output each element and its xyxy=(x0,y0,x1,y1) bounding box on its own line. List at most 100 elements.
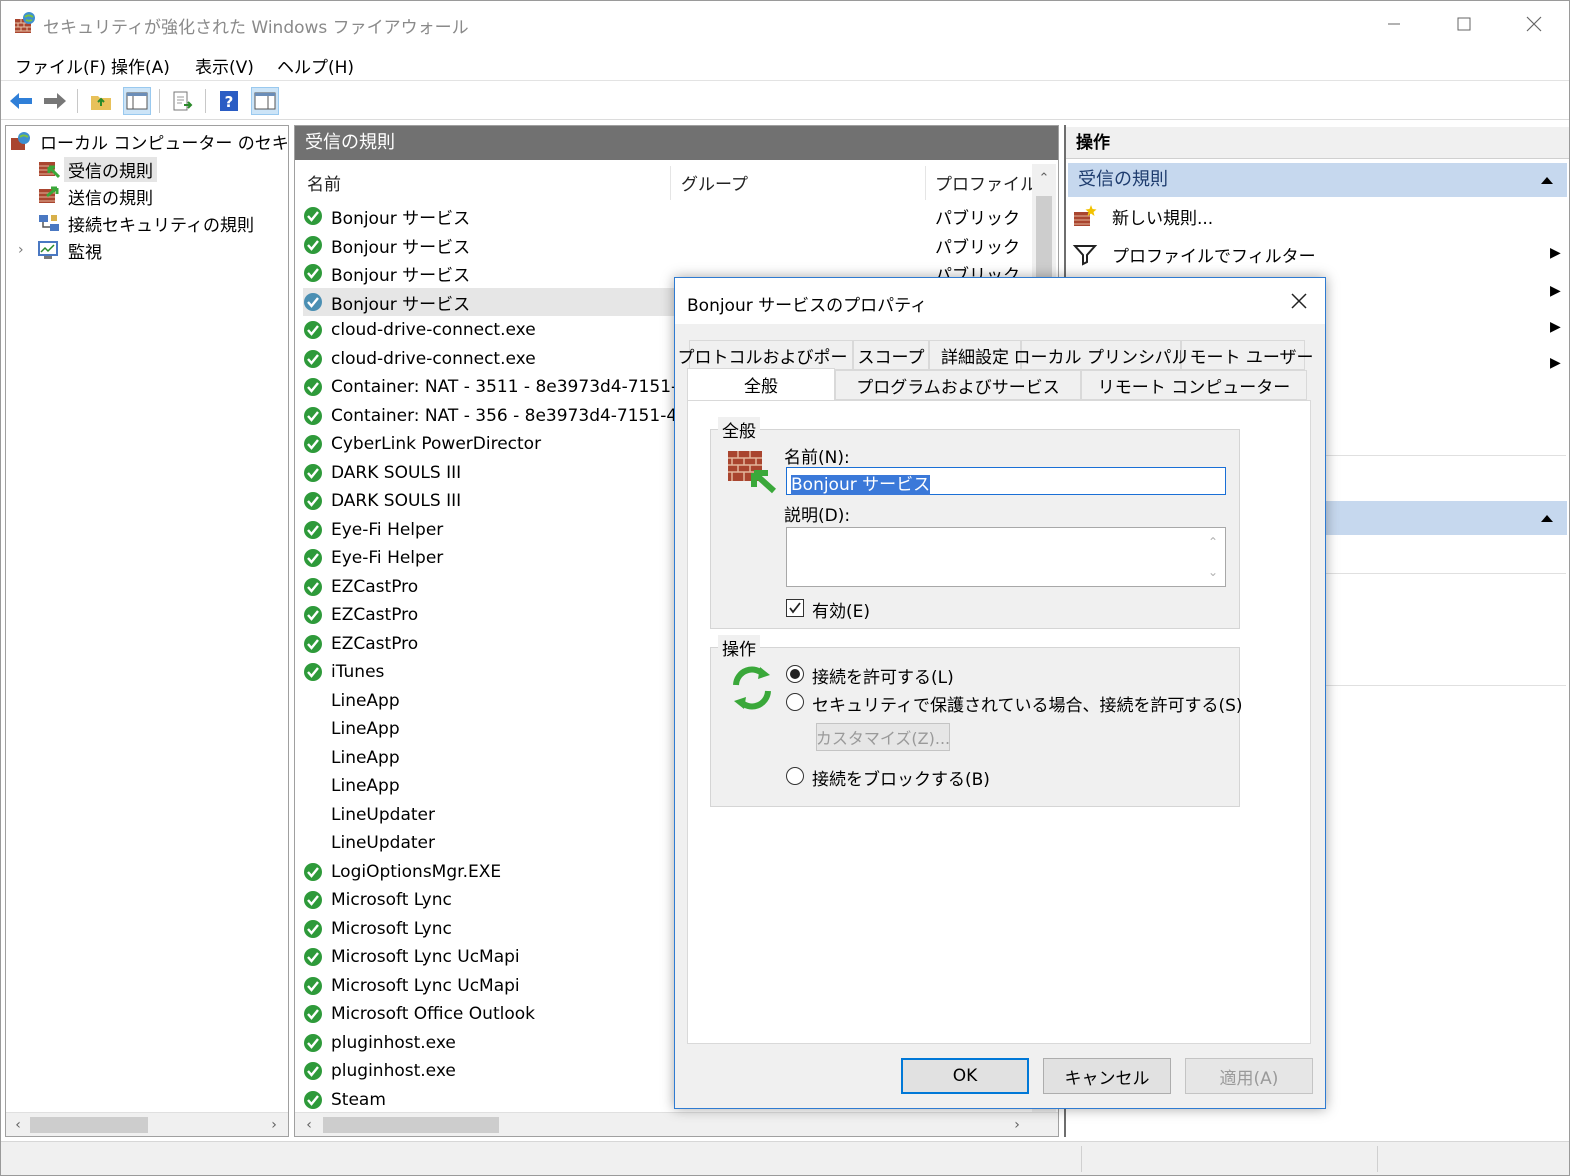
tree-item-label: 送信の規則 xyxy=(68,188,153,209)
dialog-close-button[interactable] xyxy=(1281,284,1317,318)
menu-file[interactable]: ファイル(F) xyxy=(15,53,106,78)
scroll-right-icon[interactable]: › xyxy=(1007,1115,1027,1135)
enabled-check-icon xyxy=(304,236,322,254)
apply-button[interactable]: 適用(A) xyxy=(1185,1058,1313,1094)
tree-item-inbound-rules[interactable]: 受信の規則 xyxy=(38,156,157,182)
up-folder-button[interactable] xyxy=(87,87,115,115)
scroll-up-icon[interactable]: ⌃ xyxy=(1034,168,1054,188)
tab-remote-users[interactable]: リモート ユーザー xyxy=(1172,340,1314,370)
close-button[interactable] xyxy=(1499,1,1569,47)
submenu-arrow-icon[interactable]: ▶ xyxy=(1550,355,1561,371)
menu-help[interactable]: ヘルプ(H) xyxy=(277,53,354,78)
folder-up-icon xyxy=(91,96,111,110)
tree-horizontal-scrollbar[interactable]: ‹ › xyxy=(6,1112,288,1136)
ok-button[interactable]: OK xyxy=(901,1058,1029,1094)
rule-name: pluginhost.exe xyxy=(331,1061,456,1081)
scroll-up-icon[interactable]: ⌃ xyxy=(1203,532,1223,552)
action-pane-icon xyxy=(254,92,276,110)
menu-view[interactable]: 表示(V) xyxy=(195,53,254,78)
customize-button[interactable]: カスタマイズ(Z)... xyxy=(816,723,950,751)
block-connection-radio[interactable] xyxy=(786,767,804,785)
column-divider[interactable] xyxy=(670,166,671,200)
scroll-down-icon[interactable]: ⌄ xyxy=(1203,562,1223,582)
submenu-arrow-icon: ▶ xyxy=(1550,245,1561,261)
help-button[interactable]: ? xyxy=(215,87,243,115)
actions-section-inbound-rules[interactable]: 受信の規則 xyxy=(1068,163,1567,197)
tree-root[interactable]: ローカル コンピューター のセキュリティ xyxy=(10,128,288,154)
dialog-title-bar: Bonjour サービスのプロパティ xyxy=(675,278,1325,324)
table-row[interactable]: Bonjour サービス パブリック xyxy=(303,231,1038,259)
enabled-check-icon xyxy=(304,264,322,282)
tab-scope[interactable]: スコープ xyxy=(853,340,929,370)
allow-secure-connection-radio[interactable] xyxy=(786,693,804,711)
enabled-check-icon xyxy=(304,948,322,966)
tab-remote-computers[interactable]: リモート コンピューター xyxy=(1081,370,1307,400)
list-horizontal-scrollbar[interactable]: ‹ › xyxy=(295,1112,1058,1136)
tab-programs-services[interactable]: プログラムおよびサービス xyxy=(835,370,1081,400)
show-hide-action-pane-button[interactable] xyxy=(251,87,279,115)
tab-advanced[interactable]: 詳細設定 xyxy=(929,340,1021,370)
action-label: プロファイルでフィルター xyxy=(1112,246,1316,267)
name-input-value: Bonjour サービス xyxy=(791,475,931,495)
action-divider xyxy=(1326,685,1566,686)
forward-button[interactable] xyxy=(41,87,69,115)
scrollbar-thumb[interactable] xyxy=(323,1117,499,1133)
tab-protocols-ports[interactable]: プロトコルおよびポート xyxy=(678,340,865,370)
show-hide-tree-button[interactable] xyxy=(123,87,151,115)
scroll-left-icon[interactable]: ‹ xyxy=(8,1115,28,1135)
action-filter-by-profile[interactable]: プロファイルでフィルター ▶ xyxy=(1072,237,1562,271)
description-textarea[interactable]: ⌃ ⌄ xyxy=(786,527,1226,587)
name-input[interactable]: Bonjour サービス xyxy=(786,467,1226,495)
collapse-up-icon xyxy=(1541,515,1553,522)
console-tree-pane: ローカル コンピューター のセキュリティ 受信の規則 送信の規則 接続セキュリテ… xyxy=(5,125,289,1137)
cancel-button[interactable]: キャンセル xyxy=(1043,1058,1171,1094)
column-divider[interactable] xyxy=(925,166,926,200)
general-group-title: 全般 xyxy=(718,417,760,442)
toolbar-separator xyxy=(205,89,206,113)
allow-connection-radio[interactable] xyxy=(786,665,804,683)
enabled-check-icon xyxy=(304,891,322,909)
action-divider xyxy=(1326,455,1566,456)
rule-name: EZCastPro xyxy=(331,605,419,625)
rule-name: Steam xyxy=(331,1090,386,1110)
enabled-check-icon xyxy=(304,1005,322,1023)
checkmark-icon xyxy=(789,602,801,614)
column-header-name[interactable]: 名前 xyxy=(307,170,341,195)
enabled-checkbox[interactable] xyxy=(786,599,804,617)
maximize-button[interactable] xyxy=(1429,1,1499,47)
status-divider xyxy=(1081,1146,1082,1172)
scroll-left-icon[interactable]: ‹ xyxy=(299,1115,319,1135)
tree-item-monitoring[interactable]: › 監視 xyxy=(18,237,102,263)
rule-name: pluginhost.exe xyxy=(331,1033,456,1053)
inbound-rules-icon xyxy=(39,162,60,179)
tree-item-label: 接続セキュリティの規則 xyxy=(68,215,254,236)
export-list-button[interactable] xyxy=(169,87,197,115)
scroll-right-icon[interactable]: › xyxy=(264,1115,284,1135)
tree-item-outbound-rules[interactable]: 送信の規則 xyxy=(38,183,153,209)
tab-panel-general: 全般 名前(N): Bonjour サービス 説明(D): ⌃ ⌄ 有効(E) xyxy=(687,400,1311,1044)
allow-connection-label: 接続を許可する(L) xyxy=(812,668,954,688)
block-connection-label: 接続をブロックする(B) xyxy=(812,770,990,790)
minimize-button[interactable] xyxy=(1359,1,1429,47)
tab-general[interactable]: 全般 xyxy=(687,368,835,400)
submenu-arrow-icon[interactable]: ▶ xyxy=(1550,319,1561,335)
rule-name: Container: NAT - 3511 - 8e3973d4-7151-4.… xyxy=(331,377,705,397)
column-header-group[interactable]: グループ xyxy=(681,170,748,195)
expand-chevron-icon[interactable]: › xyxy=(18,242,38,258)
tab-local-principals[interactable]: ローカル プリンシパル xyxy=(1014,340,1188,370)
toolbar-separator xyxy=(77,89,78,113)
menu-action[interactable]: 操作(A) xyxy=(111,53,170,78)
submenu-arrow-icon[interactable]: ▶ xyxy=(1550,283,1561,299)
enabled-label: 有効(E) xyxy=(812,602,871,622)
console-tree-icon xyxy=(126,92,148,110)
enabled-check-icon xyxy=(304,1091,322,1109)
rule-name: LineApp xyxy=(331,748,400,768)
table-row[interactable]: Bonjour サービス パブリック xyxy=(303,202,1038,230)
action-new-rule[interactable]: 新しい規則... xyxy=(1072,199,1562,233)
enabled-check-icon xyxy=(304,920,322,938)
back-button[interactable] xyxy=(7,87,35,115)
tree-item-connection-security-rules[interactable]: 接続セキュリティの規則 xyxy=(38,210,254,236)
window-title: セキュリティが強化された Windows ファイアウォール xyxy=(43,18,469,38)
column-header-profile[interactable]: プロファイル xyxy=(935,170,1037,195)
scrollbar-thumb[interactable] xyxy=(30,1117,148,1133)
